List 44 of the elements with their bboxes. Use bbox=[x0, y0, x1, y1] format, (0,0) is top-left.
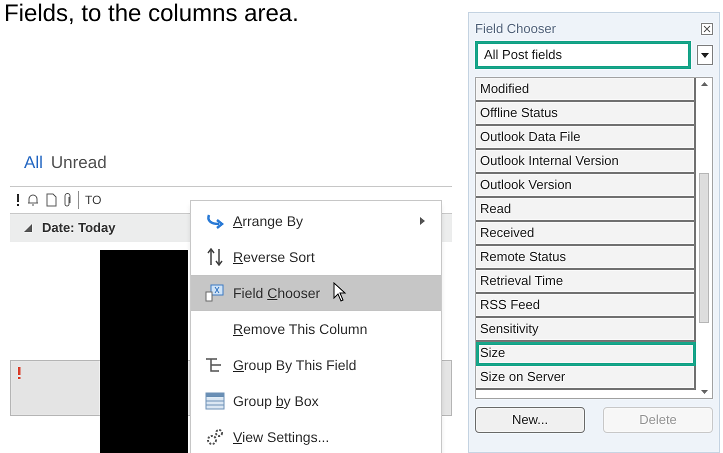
scroll-up-icon[interactable] bbox=[700, 82, 708, 86]
curved-arrow-icon bbox=[205, 212, 225, 230]
filter-tab[interactable]: Unread bbox=[50, 150, 107, 176]
field-grid-icon bbox=[205, 283, 225, 303]
field-item[interactable]: Outlook Version bbox=[476, 174, 696, 198]
importance-icon bbox=[16, 194, 20, 206]
expand-triangle-icon bbox=[24, 224, 32, 232]
scroll-down-icon[interactable] bbox=[700, 390, 708, 394]
sort-arrows-icon bbox=[206, 247, 224, 267]
field-item[interactable]: Offline Status bbox=[476, 102, 696, 126]
document-icon bbox=[46, 192, 57, 206]
menu-item[interactable]: Remove This Column bbox=[191, 311, 441, 347]
table-icon bbox=[205, 392, 225, 410]
panel-button[interactable]: New... bbox=[475, 407, 585, 433]
menu-item[interactable]: Reverse Sort bbox=[191, 239, 441, 275]
scrollbar-thumb[interactable] bbox=[699, 173, 709, 323]
gears-icon bbox=[205, 427, 225, 447]
fields-dropdown[interactable]: All Post fields bbox=[475, 41, 691, 69]
field-item[interactable]: Size on Server bbox=[476, 366, 696, 390]
field-item[interactable]: Retrieval Time bbox=[476, 270, 696, 294]
mouse-cursor-icon bbox=[333, 282, 347, 302]
field-item[interactable]: Modified bbox=[476, 78, 696, 102]
field-item[interactable]: Outlook Internal Version bbox=[476, 150, 696, 174]
caption-text: Fields, to the columns area. bbox=[3, 0, 300, 28]
menu-item[interactable]: Group by Box bbox=[191, 383, 441, 419]
menu-item[interactable]: Field Chooser bbox=[191, 275, 441, 311]
field-item[interactable]: Read bbox=[476, 198, 696, 222]
field-item[interactable]: Outlook Data File bbox=[476, 126, 696, 150]
field-item[interactable]: RSS Feed bbox=[476, 294, 696, 318]
menu-item[interactable]: Group By This Field bbox=[191, 347, 441, 383]
menu-item[interactable]: Arrange By bbox=[191, 203, 441, 239]
bell-icon bbox=[26, 192, 40, 206]
filter-tab[interactable]: All bbox=[24, 150, 43, 176]
field-item[interactable]: Received bbox=[476, 222, 696, 246]
field-item[interactable]: Sensitivity bbox=[476, 318, 696, 342]
panel-title: Field Chooser bbox=[475, 20, 556, 38]
importance-icon bbox=[17, 366, 21, 378]
menu-item[interactable]: View Settings... bbox=[191, 419, 441, 453]
to-column-header[interactable]: TO bbox=[78, 190, 102, 208]
close-icon[interactable] bbox=[701, 23, 713, 35]
paperclip-icon bbox=[63, 192, 72, 206]
field-item[interactable]: Size bbox=[476, 342, 696, 366]
field-item[interactable]: Remote Status bbox=[476, 246, 696, 270]
submenu-arrow-icon bbox=[420, 217, 425, 225]
